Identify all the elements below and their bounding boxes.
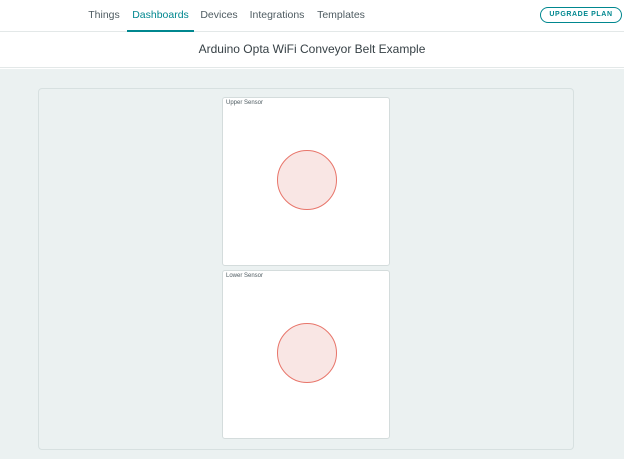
upgrade-plan-button[interactable]: UPGRADE PLAN: [540, 7, 622, 23]
tab-integrations[interactable]: Integrations: [246, 0, 308, 31]
dashboard-header: Arduino Opta WiFi Conveyor Belt Example: [0, 32, 624, 68]
status-led-indicator: [277, 323, 337, 383]
tab-templates[interactable]: Templates: [314, 0, 368, 31]
lower-sensor-widget[interactable]: Lower Sensor: [222, 270, 390, 439]
widget-title: Lower Sensor: [226, 273, 264, 279]
dashboard-canvas: Upper Sensor Lower Sensor: [0, 69, 624, 459]
tab-things[interactable]: Things: [84, 0, 124, 31]
top-navigation: Things Dashboards Devices Integrations T…: [0, 0, 624, 32]
widget-title: Upper Sensor: [226, 100, 264, 106]
tab-dashboards[interactable]: Dashboards: [127, 0, 194, 32]
tab-devices[interactable]: Devices: [197, 0, 241, 31]
status-led-indicator: [277, 150, 337, 210]
page-title: Arduino Opta WiFi Conveyor Belt Example: [198, 42, 426, 56]
dashboard-board: Upper Sensor Lower Sensor: [38, 88, 574, 450]
upper-sensor-widget[interactable]: Upper Sensor: [222, 97, 390, 266]
